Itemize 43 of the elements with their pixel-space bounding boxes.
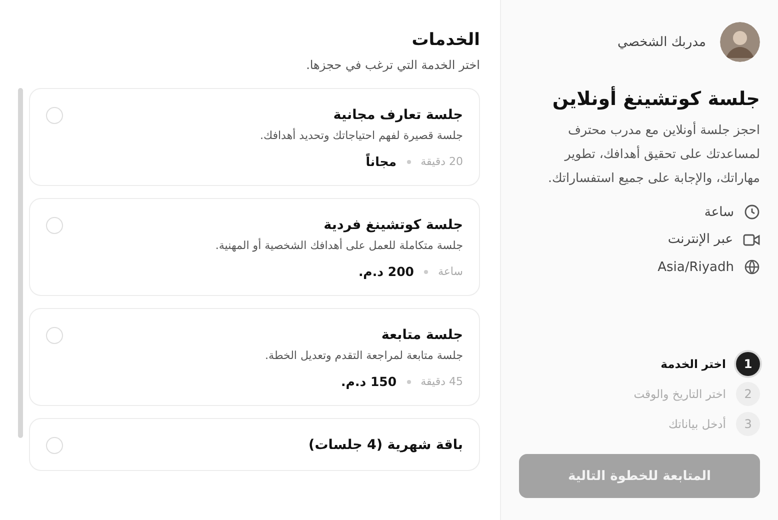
coach-label: مدربك الشخصي <box>618 34 706 50</box>
detail-text: ساعة <box>704 204 734 220</box>
service-card[interactable]: جلسة كوتشينغ فردية جلسة متكاملة للعمل على أهدافك الشخصية أو المهنية. ساعة 200 د.م. <box>29 198 480 296</box>
radio-button[interactable] <box>46 107 63 124</box>
separator-dot <box>406 380 411 384</box>
step-label: أدخل بياناتك <box>668 417 726 431</box>
service-name: جلسة متابعة <box>380 327 463 343</box>
globe-icon <box>744 259 760 275</box>
service-card[interactable]: جلسة متابعة جلسة متابعة لمراجعة التقدم وتعديل الخطة. 45 دقيقة 150 د.م. <box>29 308 480 406</box>
service-duration: ساعة <box>438 265 463 278</box>
separator-dot <box>424 270 428 274</box>
service-duration: 20 دقيقة <box>420 155 463 168</box>
detail-text: عبر الإنترنت <box>668 232 733 247</box>
video-camera-icon <box>743 232 760 246</box>
scrollbar-thumb[interactable] <box>18 88 23 438</box>
step-label: اختر التاريخ والوقت <box>634 387 726 401</box>
session-description: احجز جلسة أونلاين مع مدرب محترف لمساعدتك على تحقيق أهدافك، تطوير مهاراتك، والإجابة على جميع استفساراتك. <box>547 120 760 187</box>
service-price: مجاناً <box>366 154 397 169</box>
service-price: 200 د.م. <box>358 264 414 279</box>
step-number: 3 <box>736 412 760 436</box>
radio-button[interactable] <box>46 217 63 234</box>
clock-icon <box>744 204 760 220</box>
service-name: جلسة كوتشينغ فردية <box>322 217 463 233</box>
service-price: 150 د.م. <box>341 374 397 389</box>
service-card[interactable]: جلسة تعارف مجانية جلسة قصيرة لفهم احتياجاتك وتحديد أهدافك. 20 دقيقة مجاناً <box>29 88 480 186</box>
service-name: جلسة تعارف مجانية <box>332 107 463 123</box>
step-label: اختر الخدمة <box>660 357 726 371</box>
radio-button[interactable] <box>46 327 63 344</box>
service-description: جلسة متكاملة للعمل على أهدافك الشخصية أو المهنية. <box>215 239 463 252</box>
services-subtitle: اختر الخدمة التي ترغب في حجزها. <box>305 58 480 72</box>
service-name: باقة شهرية (4 جلسات) <box>308 437 463 453</box>
avatar-icon <box>720 22 760 62</box>
step-number: 2 <box>736 382 760 406</box>
service-description: جلسة قصيرة لفهم احتياجاتك وتحديد أهدافك. <box>260 129 463 142</box>
service-card[interactable]: باقة شهرية (4 جلسات) <box>29 418 480 471</box>
session-title: جلسة كوتشينغ أونلاين <box>551 88 760 110</box>
detail-text: Asia/Riyadh <box>658 260 734 274</box>
radio-button[interactable] <box>46 437 63 454</box>
separator-dot <box>406 160 411 164</box>
step-number: 1 <box>736 352 760 376</box>
service-description: جلسة متابعة لمراجعة التقدم وتعديل الخطة. <box>265 349 463 362</box>
services-heading: الخدمات <box>410 30 480 50</box>
service-duration: 45 دقيقة <box>420 375 463 388</box>
